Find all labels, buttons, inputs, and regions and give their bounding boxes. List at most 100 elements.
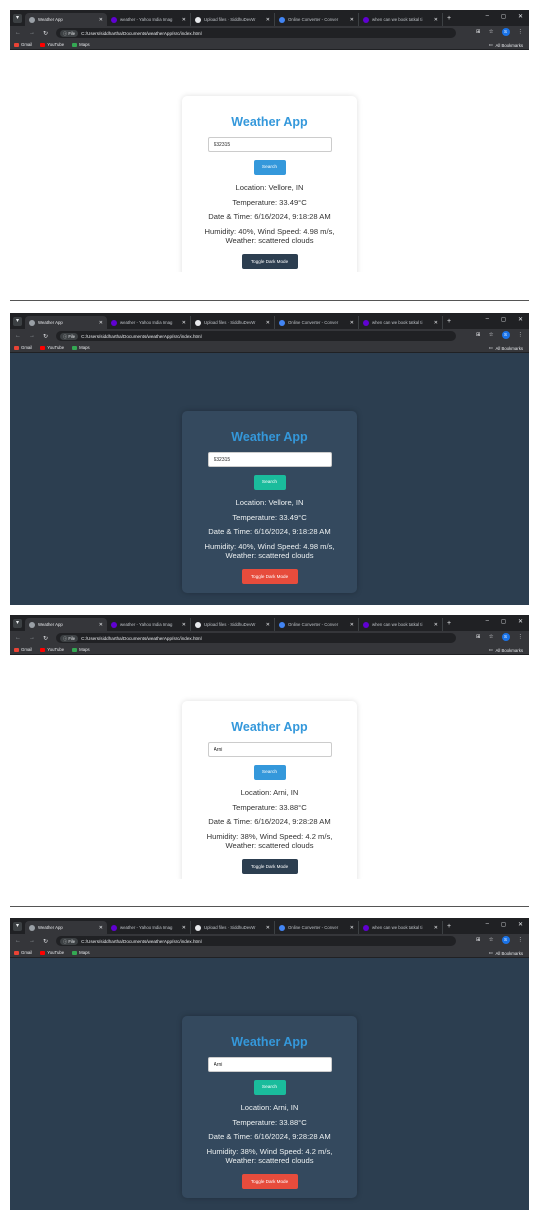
browser-tab[interactable]: Upload files · SiddhuDevW ✕ <box>191 13 275 26</box>
minimize-icon[interactable]: – <box>486 618 489 625</box>
maximize-icon[interactable]: ◻ <box>501 921 506 928</box>
close-tab-icon[interactable]: ✕ <box>350 925 354 931</box>
bookmark-item[interactable]: Gmail <box>14 42 32 47</box>
close-tab-icon[interactable]: ✕ <box>266 925 270 931</box>
close-tab-icon[interactable]: ✕ <box>266 622 270 628</box>
toggle-dark-mode-button[interactable]: Toggle Dark Mode <box>241 253 298 269</box>
minimize-icon[interactable]: – <box>486 13 489 20</box>
browser-tab[interactable]: Online Converter - Conver ✕ <box>275 618 359 631</box>
translate-icon[interactable]: ⊞ <box>476 29 481 35</box>
tab-search-icon[interactable]: ▾ <box>13 13 22 23</box>
bookmark-star-icon[interactable]: ☆ <box>489 634 494 640</box>
bookmark-item[interactable]: Maps <box>72 647 90 652</box>
maximize-icon[interactable]: ◻ <box>501 316 506 323</box>
back-icon[interactable]: ← <box>15 938 21 944</box>
browser-tab[interactable]: Weather App ✕ <box>25 13 107 26</box>
forward-icon[interactable]: → <box>29 30 35 36</box>
menu-dots-icon[interactable]: ⋮ <box>518 634 524 640</box>
close-tab-icon[interactable]: ✕ <box>350 320 354 326</box>
browser-tab[interactable]: Online Converter - Conver ✕ <box>275 13 359 26</box>
close-tab-icon[interactable]: ✕ <box>99 320 103 326</box>
menu-dots-icon[interactable]: ⋮ <box>518 29 524 35</box>
back-icon[interactable]: ← <box>15 333 21 339</box>
forward-icon[interactable]: → <box>29 938 35 944</box>
browser-tab[interactable]: Weather App ✕ <box>25 618 107 631</box>
close-tab-icon[interactable]: ✕ <box>266 320 270 326</box>
close-window-icon[interactable]: ✕ <box>518 13 523 20</box>
translate-icon[interactable]: ⊞ <box>476 332 481 338</box>
browser-tab[interactable]: when can we book tatkal ti ✕ <box>359 316 443 329</box>
browser-tab[interactable]: Weather App ✕ <box>25 316 107 329</box>
back-icon[interactable]: ← <box>15 635 21 641</box>
bookmark-item[interactable]: YouTube <box>40 950 64 955</box>
browser-tab[interactable]: when can we book tatkal ti ✕ <box>359 618 443 631</box>
bookmark-item[interactable]: Gmail <box>14 950 32 955</box>
browser-tab[interactable]: Online Converter - Conver ✕ <box>275 921 359 934</box>
browser-tab[interactable]: Weather App ✕ <box>25 921 107 934</box>
new-tab-button[interactable]: + <box>447 620 451 627</box>
city-input[interactable] <box>207 137 332 152</box>
reload-icon[interactable]: ↻ <box>43 635 48 642</box>
omnibox[interactable]: ⓘ File C:/Users/siddhartha/Documents/wea… <box>56 28 457 38</box>
close-tab-icon[interactable]: ✕ <box>434 622 438 628</box>
omnibox[interactable]: ⓘ File C:/Users/siddhartha/Documents/wea… <box>56 331 457 341</box>
avatar[interactable]: S <box>501 331 510 339</box>
back-icon[interactable]: ← <box>15 30 21 36</box>
omnibox[interactable]: ⓘ File C:/Users/siddhartha/Documents/wea… <box>56 633 457 643</box>
toggle-dark-mode-button[interactable]: Toggle Dark Mode <box>241 858 298 874</box>
search-button[interactable]: Search <box>253 1080 286 1095</box>
toggle-dark-mode-button[interactable]: Toggle Dark Mode <box>241 1173 298 1189</box>
search-button[interactable]: Search <box>253 160 286 175</box>
city-input[interactable] <box>207 452 332 467</box>
bookmark-item[interactable]: Maps <box>72 950 90 955</box>
browser-tab[interactable]: Online Converter - Conver ✕ <box>275 316 359 329</box>
menu-dots-icon[interactable]: ⋮ <box>518 332 524 338</box>
reload-icon[interactable]: ↻ <box>43 333 48 340</box>
browser-tab[interactable]: when can we book tatkal ti ✕ <box>359 13 443 26</box>
forward-icon[interactable]: → <box>29 635 35 641</box>
maximize-icon[interactable]: ◻ <box>501 618 506 625</box>
browser-tab[interactable]: Upload files · SiddhuDevW ✕ <box>191 316 275 329</box>
browser-tab[interactable]: Upload files · SiddhuDevW ✕ <box>191 618 275 631</box>
bookmark-star-icon[interactable]: ☆ <box>489 29 494 35</box>
all-bookmarks[interactable]: ▭ All Bookmarks <box>488 42 523 48</box>
menu-dots-icon[interactable]: ⋮ <box>518 937 524 943</box>
close-tab-icon[interactable]: ✕ <box>434 320 438 326</box>
toggle-dark-mode-button[interactable]: Toggle Dark Mode <box>241 568 298 584</box>
close-tab-icon[interactable]: ✕ <box>99 622 103 628</box>
close-window-icon[interactable]: ✕ <box>518 921 523 928</box>
close-tab-icon[interactable]: ✕ <box>182 17 186 23</box>
close-tab-icon[interactable]: ✕ <box>434 925 438 931</box>
tab-search-icon[interactable]: ▾ <box>13 618 22 628</box>
close-tab-icon[interactable]: ✕ <box>99 925 103 931</box>
maximize-icon[interactable]: ◻ <box>501 13 506 20</box>
all-bookmarks[interactable]: ▭ All Bookmarks <box>488 647 523 653</box>
close-tab-icon[interactable]: ✕ <box>182 925 186 931</box>
close-tab-icon[interactable]: ✕ <box>99 17 103 23</box>
bookmark-item[interactable]: Gmail <box>14 345 32 350</box>
translate-icon[interactable]: ⊞ <box>476 937 481 943</box>
city-input[interactable] <box>207 742 332 757</box>
avatar[interactable]: S <box>501 633 510 641</box>
minimize-icon[interactable]: – <box>486 921 489 928</box>
search-button[interactable]: Search <box>253 475 286 490</box>
bookmark-item[interactable]: Maps <box>72 345 90 350</box>
new-tab-button[interactable]: + <box>447 15 451 22</box>
close-tab-icon[interactable]: ✕ <box>182 320 186 326</box>
minimize-icon[interactable]: – <box>486 316 489 323</box>
reload-icon[interactable]: ↻ <box>43 30 48 37</box>
browser-tab[interactable]: weather - Yahoo India Imag ✕ <box>107 13 191 26</box>
all-bookmarks[interactable]: ▭ All Bookmarks <box>488 950 523 956</box>
close-tab-icon[interactable]: ✕ <box>182 622 186 628</box>
city-input[interactable] <box>207 1057 332 1072</box>
close-tab-icon[interactable]: ✕ <box>350 622 354 628</box>
close-tab-icon[interactable]: ✕ <box>350 17 354 23</box>
bookmark-item[interactable]: YouTube <box>40 345 64 350</box>
close-tab-icon[interactable]: ✕ <box>266 17 270 23</box>
avatar[interactable]: S <box>501 936 510 944</box>
browser-tab[interactable]: weather - Yahoo India Imag ✕ <box>107 921 191 934</box>
browser-tab[interactable]: weather - Yahoo India Imag ✕ <box>107 618 191 631</box>
bookmark-item[interactable]: Maps <box>72 42 90 47</box>
close-tab-icon[interactable]: ✕ <box>434 17 438 23</box>
bookmark-star-icon[interactable]: ☆ <box>489 332 494 338</box>
